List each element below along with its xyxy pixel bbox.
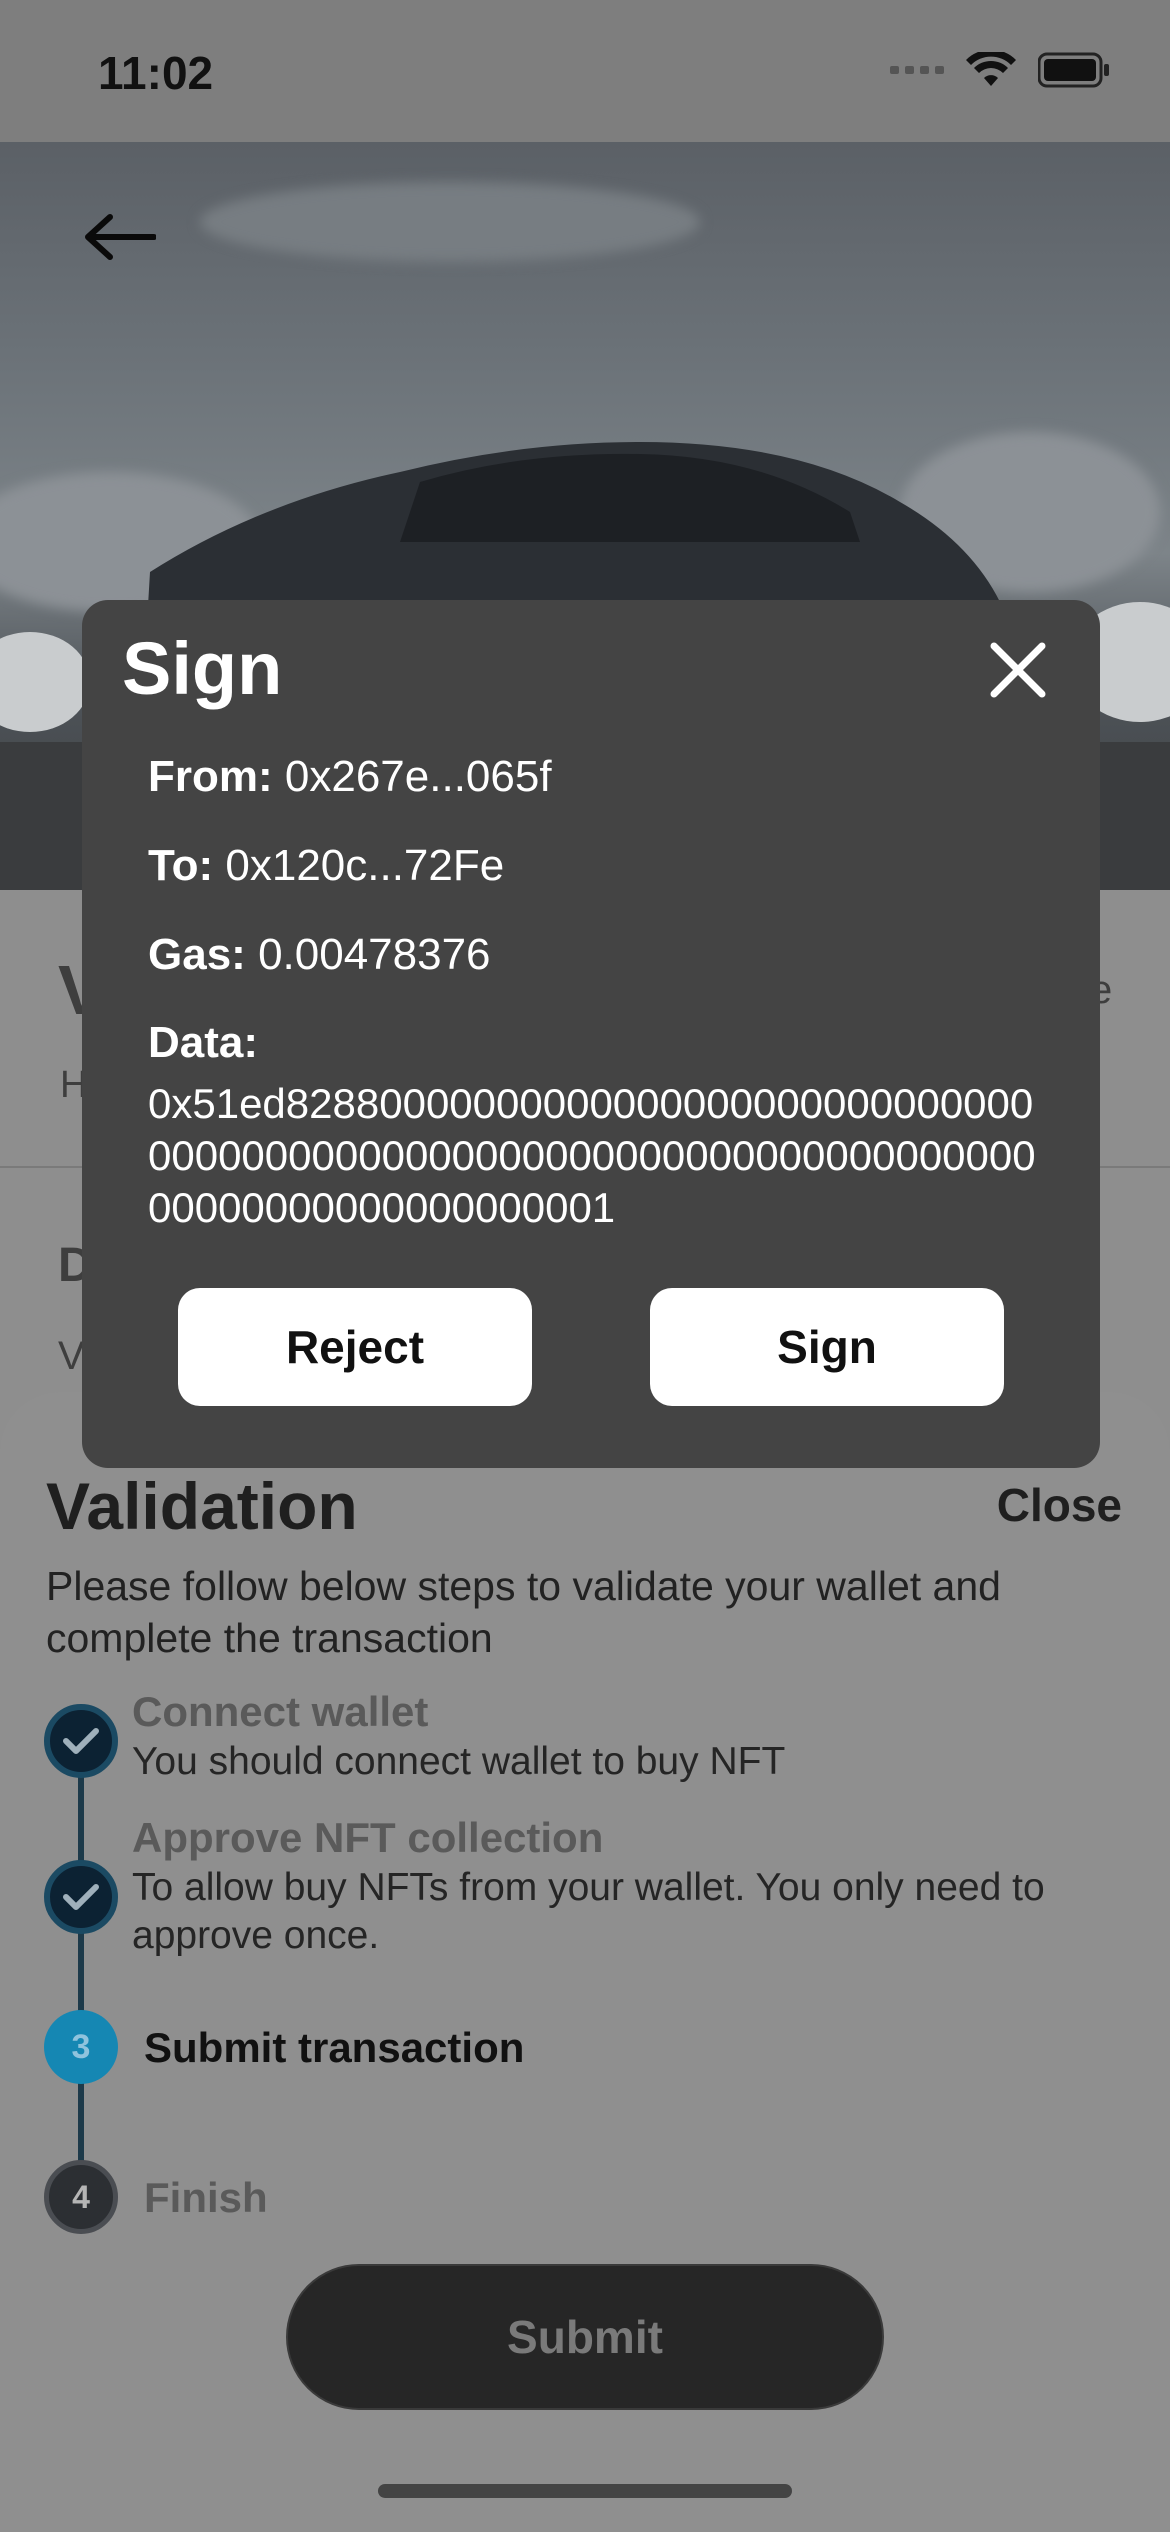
- step-4-title: Finish: [144, 2174, 268, 2221]
- data-hex-value: 0x51ed8288000000000000000000000000000000…: [148, 1080, 1036, 1231]
- section-text-fragment: V: [58, 1334, 85, 1378]
- status-time: 11:02: [98, 47, 214, 99]
- step-4-number: 4: [72, 2178, 90, 2215]
- step-3-title: Submit transaction: [144, 2024, 525, 2071]
- status-bar: 11:02: [0, 0, 1170, 142]
- gas-field: Gas: 0.00478376: [148, 930, 491, 980]
- step-3-active-indicator: 3: [44, 2010, 118, 2084]
- close-icon[interactable]: [988, 640, 1048, 700]
- reject-button[interactable]: Reject: [178, 1288, 532, 1406]
- sign-button[interactable]: Sign: [650, 1288, 1004, 1406]
- sheet-title: Validation: [46, 1469, 358, 1543]
- step-2-subtitle: To allow buy NFTs from your wallet. You …: [132, 1866, 1045, 1957]
- sheet-description: Please follow below steps to validate yo…: [46, 1563, 1001, 1661]
- from-field: From: 0x267e...065f: [148, 752, 552, 802]
- gas-value: 0.00478376: [258, 930, 491, 979]
- step-connector: [78, 1712, 84, 2232]
- to-label: To:: [148, 841, 214, 890]
- sign-modal: Sign From: 0x267e...065f To: 0x120c...72…: [82, 600, 1100, 1468]
- checkmark-icon: [63, 1728, 99, 1754]
- step-2-title: Approve NFT collection: [132, 1814, 604, 1861]
- to-address: 0x120c...72Fe: [225, 841, 505, 890]
- submit-button[interactable]: Submit: [286, 2264, 884, 2410]
- status-icons: [890, 52, 1110, 88]
- modal-title: Sign: [122, 627, 283, 710]
- data-label-row: Data:: [148, 1018, 258, 1068]
- checkmark-icon: [63, 1884, 99, 1910]
- close-button[interactable]: Close: [997, 1478, 1122, 1532]
- step-1-title: Connect wallet: [132, 1688, 429, 1735]
- validation-sheet: Validation Close Please follow below ste…: [0, 1392, 1170, 2532]
- wifi-icon: [966, 52, 1016, 86]
- data-label: Data:: [148, 1018, 259, 1067]
- step-4-pending-indicator: 4: [44, 2160, 118, 2234]
- gas-label: Gas:: [148, 930, 246, 979]
- battery-icon: [1038, 52, 1109, 88]
- step-1-complete-indicator: [44, 1704, 118, 1778]
- step-2-complete-indicator: [44, 1860, 118, 1934]
- from-address: 0x267e...065f: [284, 752, 552, 801]
- back-arrow-icon[interactable]: [84, 212, 156, 262]
- cellular-signal-icon: [890, 66, 944, 74]
- from-label: From:: [148, 752, 273, 801]
- to-field: To: 0x120c...72Fe: [148, 841, 504, 891]
- step-1-subtitle: You should connect wallet to buy NFT: [132, 1740, 786, 1783]
- home-indicator: [378, 2484, 792, 2498]
- step-3-number: 3: [71, 2027, 91, 2066]
